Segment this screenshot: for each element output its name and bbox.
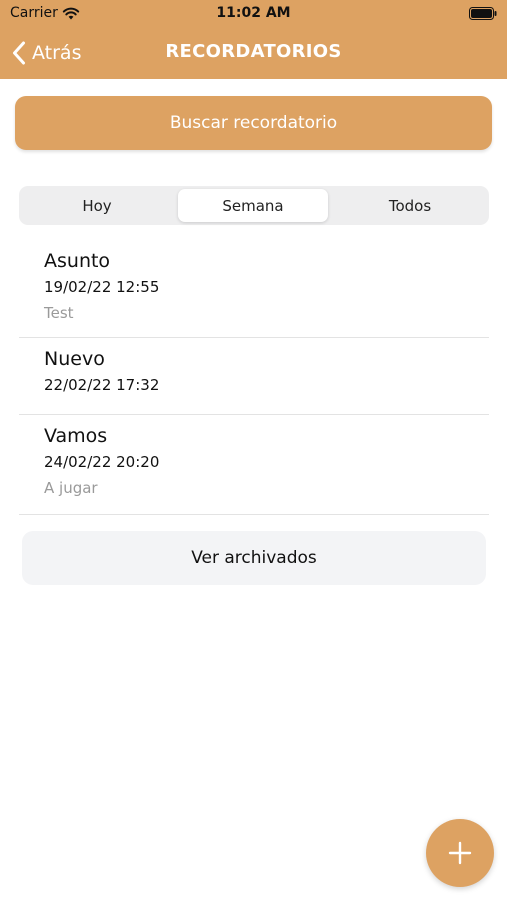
segment-week[interactable]: Semana [178, 189, 328, 222]
reminder-title: Asunto [44, 250, 111, 272]
status-time: 11:02 AM [216, 5, 291, 21]
reminder-row[interactable]: Vamos 24/02/22 20:20 A jugar [19, 415, 489, 515]
reminder-title: Vamos [44, 425, 108, 447]
segment-today[interactable]: Hoy [22, 189, 172, 222]
navigation-bar: Atrás RECORDATORIOS [0, 28, 507, 79]
reminder-title: Nuevo [44, 348, 105, 370]
reminder-note: A jugar [44, 479, 98, 497]
reminder-datetime: 19/02/22 12:55 [44, 278, 160, 296]
period-segmented-control: Hoy Semana Todos [19, 186, 489, 225]
reminder-note: Test [44, 304, 74, 322]
view-archived-button[interactable]: Ver archivados [22, 531, 486, 585]
plus-icon [448, 841, 472, 865]
reminder-list: Asunto 19/02/22 12:55 Test Nuevo 22/02/2… [19, 240, 489, 515]
reminder-row[interactable]: Nuevo 22/02/22 17:32 [19, 338, 489, 415]
reminder-row[interactable]: Asunto 19/02/22 12:55 Test [19, 240, 489, 338]
reminder-datetime: 24/02/22 20:20 [44, 453, 160, 471]
battery-icon [469, 7, 497, 20]
reminder-datetime: 22/02/22 17:32 [44, 376, 160, 394]
add-reminder-button[interactable] [426, 819, 494, 887]
status-bar: Carrier 11:02 AM [0, 0, 507, 28]
page-title: RECORDATORIOS [165, 41, 342, 62]
search-reminder-button[interactable]: Buscar recordatorio [15, 96, 492, 150]
segment-all[interactable]: Todos [335, 189, 485, 222]
